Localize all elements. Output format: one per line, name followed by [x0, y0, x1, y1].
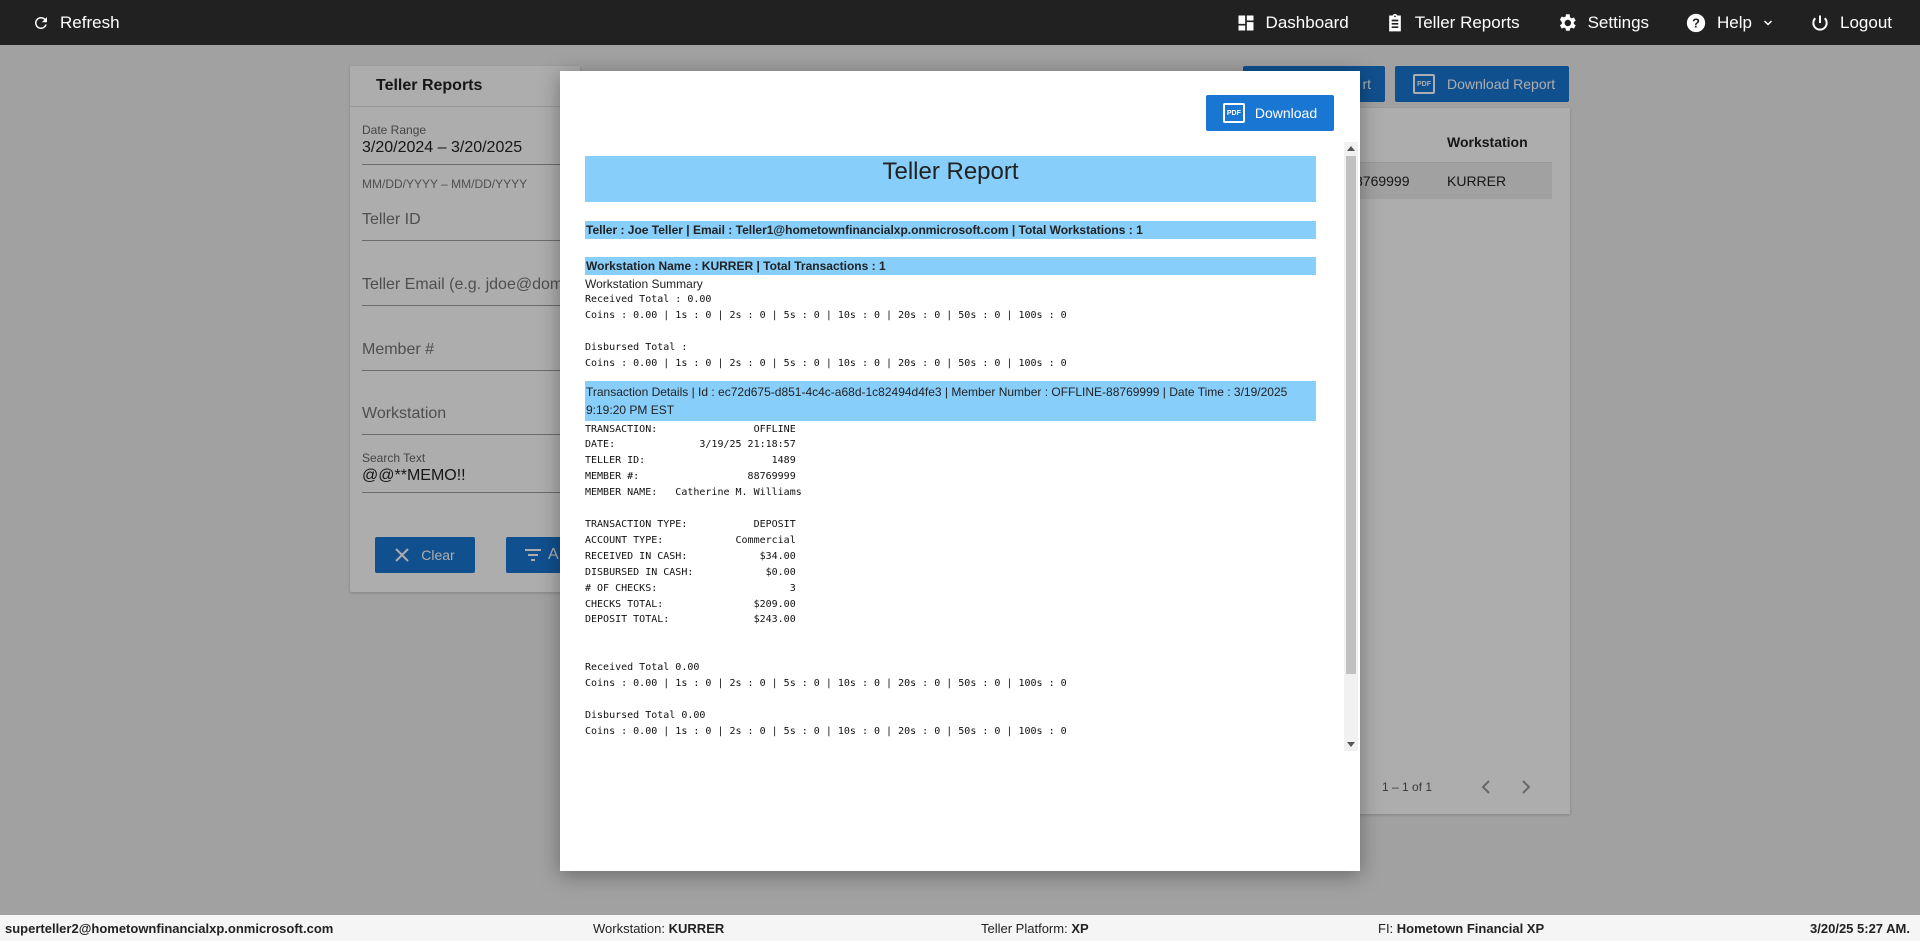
- footer-platform: Teller Platform: XP: [981, 921, 1089, 936]
- nav-logout-label: Logout: [1840, 12, 1892, 32]
- chevron-down-icon: [1762, 17, 1774, 29]
- report-content: Teller Report Teller : Joe Teller | Emai…: [585, 141, 1316, 740]
- nav-help-label: Help: [1717, 12, 1752, 32]
- nav-settings-label: Settings: [1587, 12, 1650, 32]
- workstation-summary-heading: Workstation Summary: [585, 277, 703, 291]
- status-footer: superteller2@hometownfinancialxp.onmicro…: [0, 915, 1920, 941]
- dashboard-icon: [1236, 13, 1256, 33]
- nav-logout[interactable]: Logout: [1810, 13, 1892, 33]
- report-preview-dialog: PDF Download Teller Report Teller : Joe …: [560, 71, 1360, 871]
- report-title: Teller Report: [585, 156, 1316, 202]
- footer-workstation: Workstation: KURRER: [593, 921, 724, 936]
- footer-workstation-value: KURRER: [668, 920, 725, 936]
- top-nav: Dashboard Teller Reports Settings ? Help: [1236, 0, 1892, 45]
- nav-help[interactable]: ? Help: [1685, 12, 1774, 34]
- scroll-up-arrow[interactable]: [1347, 146, 1355, 151]
- footer-fi: FI: Hometown Financial XP: [1378, 921, 1544, 936]
- clipboard-icon: [1385, 13, 1405, 33]
- refresh-button[interactable]: Refresh: [32, 0, 120, 45]
- svg-text:?: ?: [1692, 15, 1700, 30]
- teller-summary-line: Teller : Joe Teller | Email : Teller1@ho…: [585, 221, 1316, 239]
- transaction-details-header: Transaction Details | Id : ec72d675-d851…: [585, 380, 1316, 421]
- nav-teller-reports[interactable]: Teller Reports: [1385, 13, 1520, 33]
- workstation-line: Workstation Name : KURRER | Total Transa…: [585, 257, 1316, 275]
- gear-icon: [1556, 12, 1578, 34]
- pdf-icon: PDF: [1222, 103, 1245, 123]
- footer-datetime: 3/20/25 5:27 AM.: [1810, 920, 1910, 936]
- power-icon: [1810, 13, 1830, 33]
- top-app-bar: Refresh Dashboard Teller Reports Setting…: [0, 0, 1920, 45]
- nav-teller-reports-label: Teller Reports: [1414, 12, 1520, 32]
- footer-fi-label: FI:: [1378, 920, 1394, 936]
- nav-settings[interactable]: Settings: [1556, 12, 1649, 34]
- footer-workstation-label: Workstation:: [593, 920, 666, 936]
- scroll-thumb[interactable]: [1346, 156, 1356, 674]
- transaction-receipt-block: TRANSACTION: OFFLINE DATE: 3/19/25 21:18…: [585, 423, 1067, 737]
- nav-dashboard[interactable]: Dashboard: [1236, 13, 1349, 33]
- footer-platform-value: XP: [1071, 920, 1089, 936]
- download-label: Download: [1254, 105, 1318, 121]
- footer-fi-value: Hometown Financial XP: [1396, 920, 1545, 936]
- refresh-icon: [32, 14, 50, 32]
- footer-user-email: superteller2@hometownfinancialxp.onmicro…: [5, 920, 334, 936]
- workstation-summary-block: Received Total : 0.00 Coins : 0.00 | 1s …: [585, 294, 1067, 369]
- report-scrollbar[interactable]: [1344, 142, 1358, 751]
- refresh-label: Refresh: [60, 12, 120, 32]
- help-icon: ?: [1685, 12, 1707, 34]
- footer-platform-label: Teller Platform:: [981, 920, 1068, 936]
- scroll-down-arrow[interactable]: [1347, 742, 1355, 747]
- download-button[interactable]: PDF Download: [1206, 95, 1334, 131]
- report-viewer[interactable]: Teller Report Teller : Joe Teller | Emai…: [584, 141, 1344, 749]
- nav-dashboard-label: Dashboard: [1265, 12, 1349, 32]
